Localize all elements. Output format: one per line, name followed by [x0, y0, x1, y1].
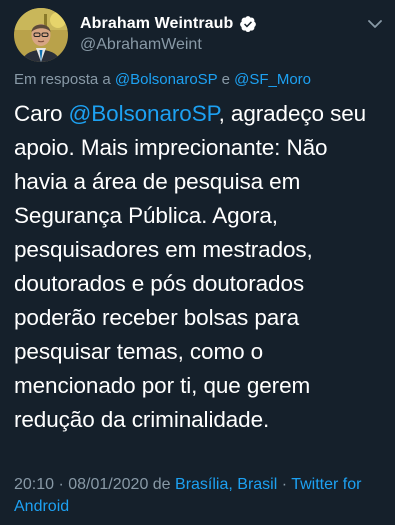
- reply-context: Em resposta a @BolsonaroSP e @SF_Moro: [14, 71, 311, 88]
- tweet-metadata: 20:10 · 08/01/2020 de Brasília, Brasil ·…: [14, 474, 386, 518]
- reply-mention-bolsonarosp[interactable]: @BolsonaroSP: [115, 71, 218, 88]
- display-name[interactable]: Abraham Weintraub: [80, 15, 233, 33]
- tweet-line: poderão receber bolsas para: [14, 305, 299, 330]
- tweet-line: redução da criminalidade.: [14, 407, 270, 432]
- tweet-line: apoio. Mais imprecionante: Não: [14, 135, 328, 160]
- tweet-line: pesquisadores em mestrados,: [14, 237, 313, 262]
- reply-conjunction: e: [217, 71, 235, 88]
- tweet-location-link[interactable]: Brasília, Brasil: [175, 476, 277, 493]
- tweet-line: mencionado por ti, que gerem: [14, 373, 311, 398]
- author-block[interactable]: Abraham Weintraub @AbrahamWeint: [80, 13, 257, 54]
- tweet-timestamp[interactable]: 20:10 · 08/01/2020 de: [14, 476, 175, 493]
- tweet-line: havia a área de pesquisa em: [14, 169, 301, 194]
- name-row: Abraham Weintraub: [80, 13, 257, 35]
- chevron-down-icon[interactable]: [367, 18, 383, 30]
- reply-mention-sf-moro[interactable]: @SF_Moro: [234, 71, 311, 88]
- tweet-text-segment: , agradeço seu: [218, 101, 367, 126]
- meta-separator: ·: [277, 476, 292, 493]
- handle[interactable]: @AbrahamWeint: [80, 36, 257, 54]
- tweet-line: pesquisar temas, como o: [14, 339, 264, 364]
- tweet-text: Caro @BolsonaroSP, agradeço seu apoio. M…: [14, 97, 386, 437]
- tweet-text-segment: Caro: [14, 101, 69, 126]
- avatar[interactable]: [14, 8, 68, 62]
- tweet-line: Segurança Pública. Agora,: [14, 203, 278, 228]
- tweet-line: Caro @BolsonaroSP, agradeço seu: [14, 97, 386, 131]
- tweet-line: doutorados e pós doutorados: [14, 271, 305, 296]
- avatar-image: [14, 8, 68, 62]
- verified-badge-icon: [240, 16, 257, 33]
- tweet-mention-bolsonarosp[interactable]: @BolsonaroSP: [69, 101, 219, 126]
- reply-prefix: Em resposta a: [14, 71, 115, 88]
- tweet-card: Abraham Weintraub @AbrahamWeint Em respo…: [0, 0, 395, 525]
